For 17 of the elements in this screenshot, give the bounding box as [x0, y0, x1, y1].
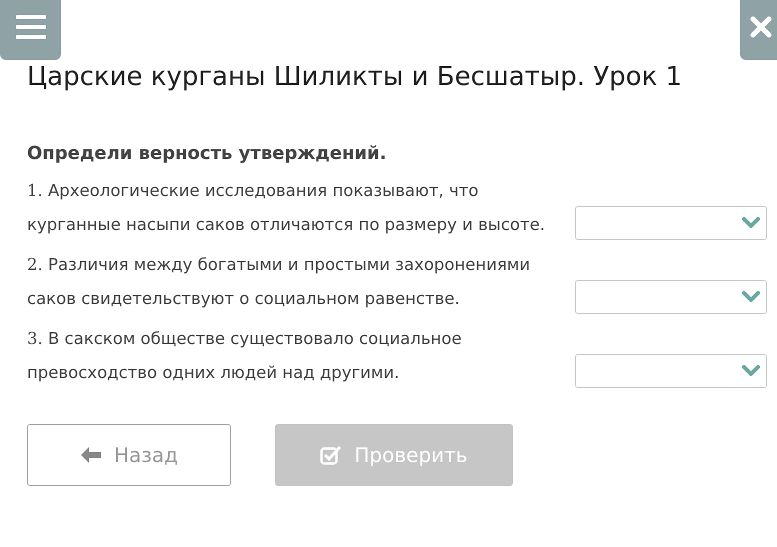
answer-dropdown[interactable] — [575, 280, 767, 314]
chevron-down-icon — [742, 217, 760, 229]
menu-icon — [16, 15, 46, 39]
chevron-down-icon — [742, 365, 760, 377]
answer-dropdown[interactable] — [575, 354, 767, 388]
chevron-down-icon — [742, 291, 760, 303]
close-icon — [750, 16, 772, 38]
menu-button[interactable] — [0, 0, 61, 60]
back-button[interactable]: Назад — [27, 424, 231, 486]
checkbox-check-icon — [320, 445, 342, 465]
answer-dropdown[interactable] — [575, 206, 767, 240]
arrow-left-icon — [80, 446, 102, 464]
statement-text: 3. В сакском обществе существовало социальное превосходство одних людей над другими. — [27, 328, 463, 384]
statement-text: 1. Археологические исследования показывают, что курганные насыпи саков отличаются по размеру и высоте. — [27, 180, 546, 236]
statement-text: 2. Различия между богатыми и простыми захоронениями саков свидетельствуют о социальном равенстве. — [27, 254, 532, 310]
lesson-title: Царские курганы Шиликты и Бесшатыр. Урок 1 — [27, 61, 684, 94]
instruction-text: Определи верность утверждений. — [27, 142, 388, 166]
